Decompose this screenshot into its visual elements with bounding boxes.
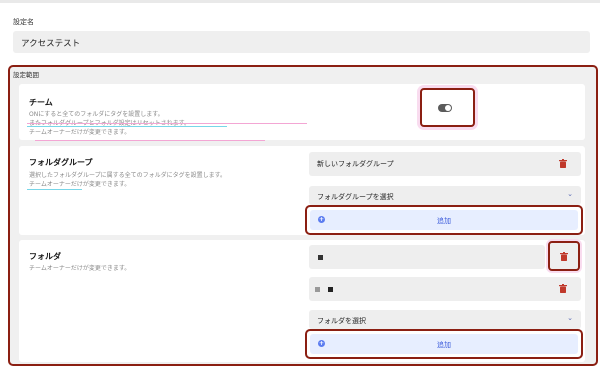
folder-color-swatch bbox=[318, 255, 323, 260]
team-toggle-frame bbox=[420, 88, 475, 127]
folder-group-add-frame: + 追加 bbox=[305, 205, 583, 235]
chevron-down-icon: ⌄ bbox=[567, 190, 573, 198]
trash-icon[interactable] bbox=[559, 284, 567, 293]
trash-icon[interactable] bbox=[560, 252, 568, 261]
folder-group-description: 選択したフォルダグループに属する全てのフォルダにタグを設置します。 チームオーナ… bbox=[29, 172, 227, 188]
folder-group-item: 新しいフォルダグループ bbox=[309, 152, 581, 176]
folder-add-button[interactable]: + 追加 bbox=[310, 334, 578, 354]
toggle-knob bbox=[445, 105, 451, 111]
annotation-mark bbox=[27, 126, 227, 127]
folder-item bbox=[309, 245, 545, 269]
folder-select-placeholder: フォルダを選択 bbox=[317, 317, 366, 325]
settings-name-label: 設定名 bbox=[13, 18, 34, 26]
team-toggle[interactable] bbox=[438, 104, 452, 112]
folder-group-select-placeholder: フォルダグループを選択 bbox=[317, 193, 394, 201]
folder-item bbox=[309, 277, 581, 301]
annotation-mark bbox=[27, 189, 82, 190]
folder-group-title: フォルダグループ bbox=[29, 158, 93, 167]
settings-name-input[interactable]: アクセステスト bbox=[13, 31, 590, 53]
folder-add-label: 追加 bbox=[437, 341, 451, 349]
folder-group-add-button[interactable]: + 追加 bbox=[310, 210, 578, 230]
team-card: チーム ONにすると全てのフォルダにタグを設置します。 またフォルダグループとフ… bbox=[19, 84, 585, 140]
top-divider bbox=[0, 0, 600, 3]
folder-title: フォルダ bbox=[29, 252, 61, 261]
trash-icon[interactable] bbox=[559, 159, 567, 168]
scope-label: 設定範囲 bbox=[13, 71, 39, 79]
folder-group-add-label: 追加 bbox=[437, 217, 451, 225]
folder-group-item-label: 新しいフォルダグループ bbox=[317, 160, 394, 168]
folder-group-select[interactable]: フォルダグループを選択 ⌄ bbox=[309, 186, 581, 205]
folder-description: チームオーナーだけが変更できます。 bbox=[29, 265, 131, 272]
folder-color-swatch bbox=[315, 287, 320, 292]
folder-select[interactable]: フォルダを選択 ⌄ bbox=[309, 310, 581, 329]
chevron-down-icon: ⌄ bbox=[567, 314, 573, 322]
annotation-mark bbox=[35, 140, 265, 141]
folder-add-frame: + 追加 bbox=[305, 329, 583, 359]
folder-color-swatch bbox=[328, 287, 333, 292]
folder-trash-frame bbox=[548, 241, 580, 271]
annotation-mark bbox=[27, 123, 307, 124]
team-title: チーム bbox=[29, 98, 53, 107]
